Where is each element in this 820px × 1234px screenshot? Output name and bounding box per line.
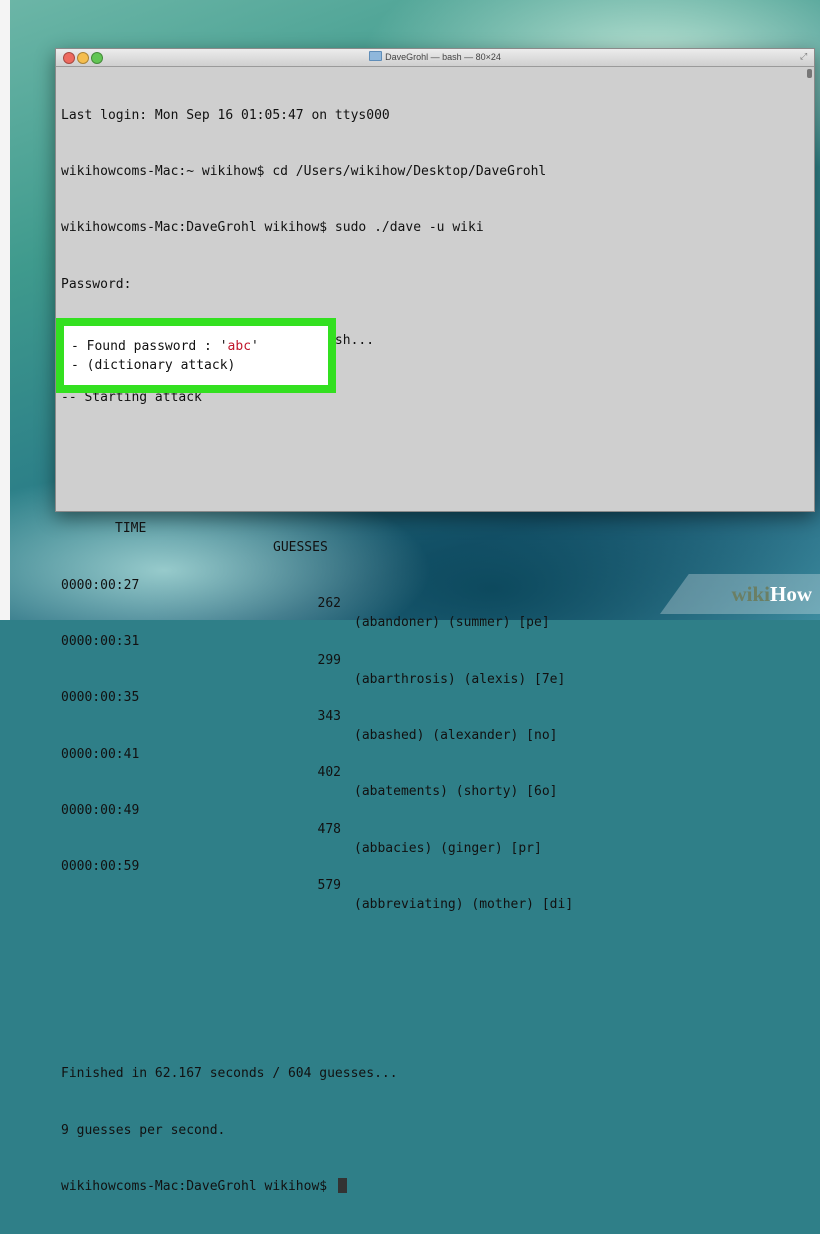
folder-icon (369, 51, 383, 61)
row-time: 0000:00:41 (61, 746, 140, 762)
found-password-highlight: - Found password : 'abc' - (dictionary a… (56, 318, 336, 393)
table-header: TIME GUESSES (61, 501, 800, 555)
row-guesses: 262 (317, 596, 341, 612)
terminal-line: Finished in 62.167 seconds / 604 guesses… (61, 1066, 398, 1082)
row-info: (abbreviating) (mother) [di] (354, 897, 574, 913)
terminal-window[interactable]: DaveGrohl — bash — 80×24 ⤢ Last login: M… (55, 48, 815, 1194)
row-guesses: 402 (317, 765, 341, 781)
header-guesses: GUESSES (273, 539, 328, 555)
table-row: 0000:00:49 478 (abbacies) (ginger) [pr] (61, 783, 800, 856)
found-suffix: ' (251, 339, 259, 354)
fullscreen-icon[interactable]: ⤢ (800, 52, 809, 61)
terminal-line: Password: (61, 276, 132, 292)
prompt-text: wikihowcoms-Mac:DaveGrohl wikihow$ (61, 1179, 335, 1195)
terminal-line: wikihowcoms-Mac:~ wikihow$ cd /Users/wik… (61, 163, 547, 179)
row-guesses: 579 (317, 878, 341, 894)
terminal-output[interactable]: Last login: Mon Sep 16 01:05:47 on ttys0… (61, 69, 800, 1194)
terminal-line: wikihowcoms-Mac:DaveGrohl wikihow$ sudo … (61, 220, 484, 236)
scrollbar-thumb[interactable] (807, 69, 812, 78)
row-time: 0000:00:35 (61, 690, 140, 706)
table-row: 0000:00:41 402 (abatements) (shorty) [6o… (61, 727, 800, 800)
watermark-part1: wiki (731, 582, 770, 606)
row-guesses: 478 (317, 821, 341, 837)
window-title: DaveGrohl — bash — 80×24 (56, 51, 814, 62)
command-prompt[interactable]: wikihowcoms-Mac:DaveGrohl wikihow$ (61, 1178, 800, 1197)
row-guesses: 299 (317, 652, 341, 668)
row-time: 0000:00:27 (61, 577, 140, 593)
watermark-part2: How (770, 582, 812, 606)
row-time: 0000:00:31 (61, 633, 140, 649)
title-bar[interactable]: DaveGrohl — bash — 80×24 ⤢ (56, 49, 814, 67)
found-password-line: - Found password : 'abc' (71, 339, 259, 354)
row-time: 0000:00:59 (61, 859, 140, 875)
text-cursor (337, 1178, 347, 1194)
terminal-line: Last login: Mon Sep 16 01:05:47 on ttys0… (61, 107, 390, 123)
row-time: 0000:00:49 (61, 803, 140, 819)
window-title-text: DaveGrohl — bash — 80×24 (385, 52, 501, 62)
attack-method-line: - (dictionary attack) (71, 358, 236, 373)
scrollbar[interactable] (806, 69, 812, 505)
table-row: 0000:00:27 262 (abandoner) (summer) [pe] (61, 558, 800, 631)
table-row: 0000:00:31 299 (abarthrosis) (alexis) [7… (61, 614, 800, 687)
table-row: 0000:00:35 343 (abashed) (alexander) [no… (61, 671, 800, 743)
found-prefix: - Found password : ' (71, 339, 228, 354)
found-password-value: abc (227, 339, 252, 354)
table-row: 0000:00:59 579 (abbreviating) (mother) [… (61, 840, 800, 912)
row-guesses: 343 (317, 709, 341, 725)
terminal-line: 9 guesses per second. (61, 1122, 226, 1138)
header-time: TIME (115, 521, 147, 537)
left-edge-strip (0, 0, 10, 620)
